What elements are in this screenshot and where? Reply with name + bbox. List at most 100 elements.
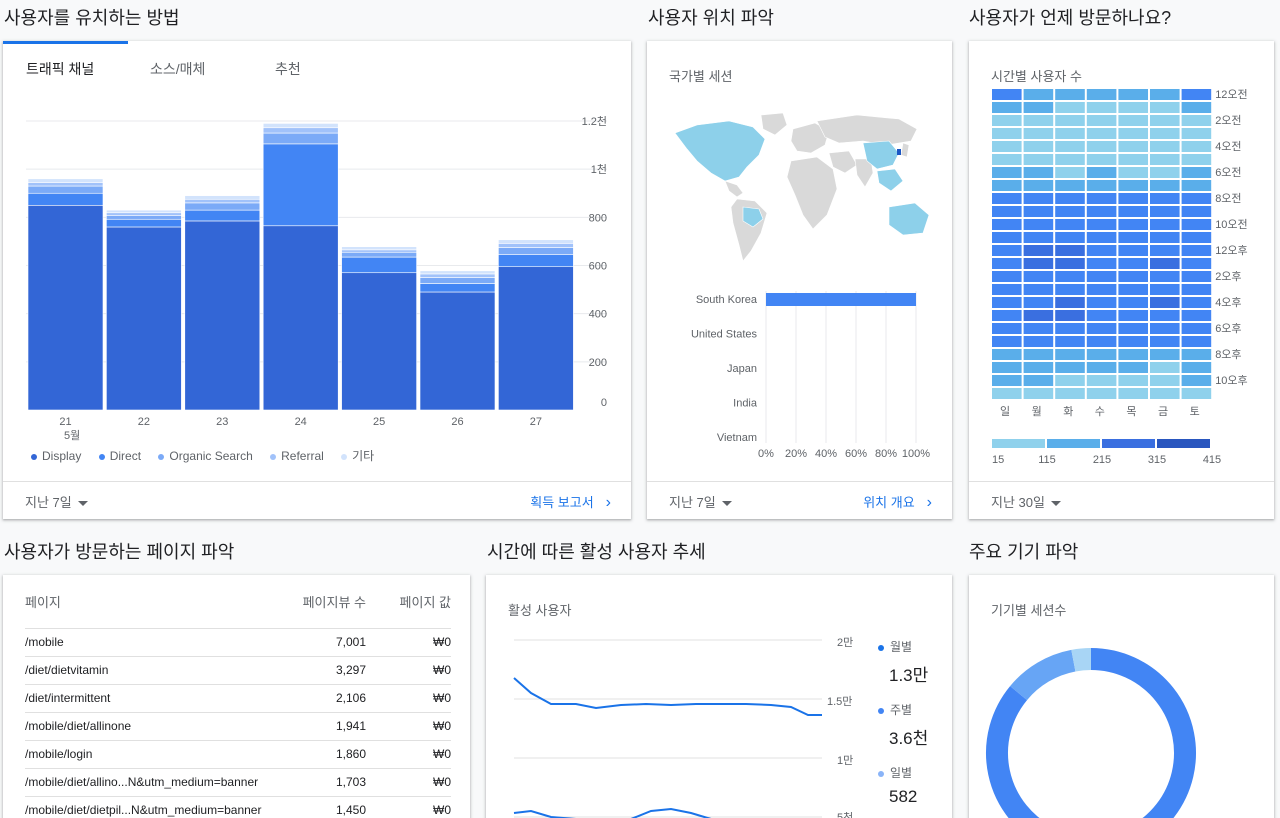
legend-dot-icon xyxy=(98,453,105,460)
date-range-dropdown[interactable]: 지난 7일 xyxy=(669,492,732,511)
heatmap-cell xyxy=(1023,89,1054,100)
heatmap-cell xyxy=(1150,219,1180,230)
date-range-dropdown[interactable]: 지난 30일 xyxy=(991,492,1061,511)
heatmap-cell xyxy=(1023,193,1054,204)
bar-segment-기타 xyxy=(262,123,339,129)
table-row[interactable]: /diet/intermittent 2,106 ₩0 xyxy=(25,684,451,713)
heatmap-cell xyxy=(1150,323,1180,334)
legend-dot-icon xyxy=(878,770,884,777)
heatmap-cell xyxy=(1181,219,1212,230)
map-australia xyxy=(888,202,930,236)
heatmap-cell xyxy=(1086,167,1117,178)
heatmap-cell xyxy=(1118,128,1148,139)
heatmap-cell xyxy=(1118,245,1148,256)
hour-label: 10오후 xyxy=(1215,374,1247,387)
heatmap-cell xyxy=(1181,310,1212,321)
heatmap-cell xyxy=(1055,219,1085,230)
hour-label: 12오전 xyxy=(1215,89,1247,101)
heatmap-cell xyxy=(1118,323,1148,334)
heatmap-cell xyxy=(1055,102,1085,113)
map-southeast-asia xyxy=(876,168,904,192)
day-label: 목 xyxy=(1126,405,1136,418)
y-tick-label: 2만 xyxy=(837,637,854,649)
pageview-count: 1,703 xyxy=(293,768,366,797)
acquisition-report-link[interactable]: 획득 보고서 › xyxy=(530,492,611,512)
bar-segment-referral xyxy=(106,212,182,216)
page-value: ₩0 xyxy=(366,684,451,713)
bar-segment-referral xyxy=(419,273,496,278)
table-row[interactable]: /mobile/diet/allino...N&utm_medium=banne… xyxy=(25,768,451,797)
heatmap-cell xyxy=(1023,219,1054,230)
heatmap-cell xyxy=(1086,349,1117,360)
x-tick-label: 20% xyxy=(785,448,807,460)
legend-dot-icon xyxy=(878,707,884,714)
heatmap-cell xyxy=(1055,349,1085,360)
heatmap-cell xyxy=(1086,89,1117,100)
page-path[interactable]: /mobile/diet/dietpil...N&utm_medium=bann… xyxy=(25,796,294,818)
heatmap-cell xyxy=(992,375,1022,386)
hourly-heatmap: 12오전 2오전 4오전 6오전 8오전 10오전 12오후 2오후 4오후 6오후 8오후 10오후… xyxy=(992,89,1248,466)
map-central-america xyxy=(724,180,744,198)
heatmap-cell xyxy=(992,271,1022,282)
heatmap-cell xyxy=(1023,271,1054,282)
y-tick-label: 1.5만 xyxy=(827,696,853,708)
heatmap-cell xyxy=(1055,271,1085,282)
heatmap-cell xyxy=(1023,232,1054,243)
y-tick-label: 1만 xyxy=(837,755,854,767)
table-row[interactable]: /mobile/login 1,860 ₩0 xyxy=(25,740,451,769)
legend-dot-icon xyxy=(158,453,165,460)
page-value: ₩0 xyxy=(366,768,451,797)
x-tick-label: 100% xyxy=(902,448,930,460)
chevron-right-icon: › xyxy=(605,494,611,511)
legend: Display Direct Organic Search Referral 기… xyxy=(31,447,374,464)
table-row[interactable]: /mobile/diet/dietpil...N&utm_medium=bann… xyxy=(25,796,451,818)
heatmap-cell xyxy=(1086,219,1117,230)
heatmap-cell xyxy=(992,141,1022,152)
y-tick-label: 0 xyxy=(601,397,607,409)
heatmap-cell xyxy=(1055,388,1085,399)
heatmap-cell xyxy=(992,219,1022,230)
page-path[interactable]: /mobile/diet/allinone xyxy=(25,712,294,741)
heatmap-cell xyxy=(1055,206,1085,217)
bar-segment-direct xyxy=(106,218,182,228)
pages-card: 페이지 페이지뷰 수 페이지 값 /mobile 7,001 ₩0/diet/die… xyxy=(3,575,470,818)
pageview-count: 7,001 xyxy=(293,628,366,657)
heatmap-cell xyxy=(1086,297,1117,308)
page-path[interactable]: /mobile/login xyxy=(25,740,294,769)
scale-swatch xyxy=(992,439,1045,448)
page-path[interactable]: /diet/dietvitamin xyxy=(25,656,294,685)
table-row[interactable]: /mobile 7,001 ₩0 xyxy=(25,628,451,657)
bar-segment-direct xyxy=(419,283,496,293)
country-label: Japan xyxy=(727,363,757,375)
page-path[interactable]: /mobile/diet/allino...N&utm_medium=banne… xyxy=(25,768,294,797)
page-value: ₩0 xyxy=(366,740,451,769)
date-range-dropdown[interactable]: 지난 7일 xyxy=(25,492,88,511)
card-subtitle: 시간별 사용자 수 xyxy=(991,69,1082,84)
page-path[interactable]: /diet/intermittent xyxy=(25,684,294,713)
bar-segment-기타 xyxy=(498,239,574,244)
y-tick-label: 400 xyxy=(589,309,607,321)
heatmap-cell xyxy=(1055,115,1085,126)
heatmap-cell xyxy=(1023,336,1054,347)
acquisition-card: 트래픽 채널 소스/매체 추천 0 200 400 600 800 1천 1.2천 21 22 2… xyxy=(3,41,631,519)
section-title-pages: 사용자가 방문하는 페이지 파악 xyxy=(4,542,235,562)
bar-segment-referral xyxy=(341,249,417,253)
bar-segment-display xyxy=(419,291,496,411)
heatmap-cell xyxy=(1181,232,1212,243)
heatmap-cell xyxy=(1055,258,1085,269)
heatmap-cell xyxy=(1118,336,1148,347)
table-header-row: 페이지 페이지뷰 수 페이지 값 xyxy=(25,575,451,629)
section-title-location: 사용자 위치 파악 xyxy=(648,8,774,28)
heatmap-cell xyxy=(1086,115,1117,126)
heatmap-cell xyxy=(1118,297,1148,308)
bar-segment-display xyxy=(106,226,182,411)
table-row[interactable]: /mobile/diet/allinone 1,941 ₩0 xyxy=(25,712,451,741)
table-row[interactable]: /diet/dietvitamin 3,297 ₩0 xyxy=(25,656,451,685)
location-overview-link[interactable]: 위치 개요 › xyxy=(863,492,932,512)
country-label: United States xyxy=(691,329,758,341)
heatmap-cell xyxy=(1118,362,1148,373)
hour-label: 2오전 xyxy=(1215,114,1241,127)
heatmap-cell xyxy=(1086,206,1117,217)
heatmap-cell xyxy=(1023,349,1054,360)
page-path[interactable]: /mobile xyxy=(25,628,294,657)
